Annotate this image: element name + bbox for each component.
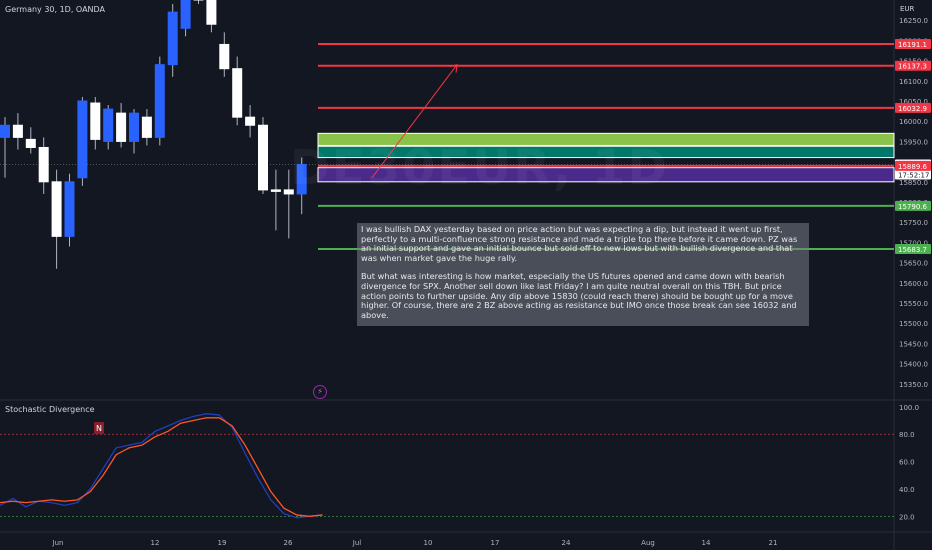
time-tick-label: Jul [352, 539, 362, 547]
candle-body[interactable] [90, 102, 101, 140]
indicator-tick-label: 80.0 [899, 431, 915, 439]
candle-body[interactable] [77, 100, 88, 179]
candle-body[interactable] [0, 124, 10, 138]
price-label-text: 15683.7 [898, 246, 927, 254]
stochastic-d-line [0, 417, 323, 517]
candle-body[interactable] [129, 112, 139, 142]
candle-body[interactable] [51, 181, 62, 237]
symbol-watermark: DE30EUR, 1D [290, 140, 670, 196]
price-label-text: 15790.6 [898, 203, 927, 211]
candle-body[interactable] [258, 124, 268, 191]
candle-body[interactable] [103, 108, 114, 142]
candle-body[interactable] [270, 189, 281, 192]
time-tick-label: 17 [491, 539, 500, 547]
time-tick-label: 24 [562, 539, 571, 547]
price-tick-label: 15600.0 [899, 280, 928, 288]
price-tick-label: 15450.0 [899, 340, 928, 348]
price-tick-label: 15550.0 [899, 300, 928, 308]
price-tick-label: 15500.0 [899, 320, 928, 328]
time-tick-label: 10 [424, 539, 433, 547]
price-label-text: 16032.9 [898, 105, 927, 113]
lightning-icon[interactable]: ⚡ [313, 385, 327, 399]
price-tick-label: 15650.0 [899, 260, 928, 268]
divergence-marker-label: N [96, 424, 102, 433]
candle-body[interactable] [245, 116, 256, 126]
chart-title: Germany 30, 1D, OANDA [5, 5, 106, 14]
time-tick-label: 26 [284, 539, 293, 547]
candle-body[interactable] [38, 146, 49, 183]
note-paragraph-2: But what was interesting is how market, … [361, 271, 797, 320]
candle-body[interactable] [116, 112, 127, 142]
candle-body[interactable] [141, 116, 152, 138]
price-tick-label: 16100.0 [899, 78, 928, 86]
price-label-text: 16191.1 [898, 41, 927, 49]
note-paragraph-1: I was bullish DAX yesterday based on pri… [361, 224, 798, 263]
price-tick-label: 15950.0 [899, 138, 928, 146]
candle-body[interactable] [219, 43, 230, 70]
indicator-tick-label: 20.0 [899, 513, 915, 521]
candle-body[interactable] [154, 64, 165, 138]
price-tick-label: 15850.0 [899, 179, 928, 187]
time-tick-label: Aug [641, 539, 655, 547]
price-tick-label: 16000.0 [899, 118, 928, 126]
indicator-tick-label: 40.0 [899, 486, 915, 494]
price-tick-label: 15350.0 [899, 381, 928, 389]
candle-body[interactable] [25, 138, 36, 148]
time-tick-label: 12 [151, 539, 160, 547]
text-note[interactable]: I was bullish DAX yesterday based on pri… [357, 223, 809, 326]
price-tick-label: 15400.0 [899, 361, 928, 369]
candle-body[interactable] [64, 181, 75, 237]
countdown-text: 17:52:17 [898, 171, 929, 179]
indicator-tick-label: 100.0 [899, 404, 919, 412]
candle-body[interactable] [206, 0, 217, 25]
indicator-title: Stochastic Divergence [5, 405, 95, 414]
stochastic-k-line [0, 413, 323, 519]
time-tick-label: Jun [52, 539, 64, 547]
candle-body[interactable] [12, 124, 23, 138]
candle-body[interactable] [180, 0, 191, 29]
candle-body[interactable] [232, 68, 243, 118]
price-tick-label: 15750.0 [899, 219, 928, 227]
indicator-tick-label: 60.0 [899, 459, 915, 467]
time-tick-label: 19 [218, 539, 227, 547]
time-tick-label: 21 [769, 539, 778, 547]
price-label-text: 16137.3 [898, 63, 927, 71]
candle-body[interactable] [167, 11, 178, 66]
currency-label: EUR [900, 5, 915, 13]
price-label-text: 15889.6 [898, 163, 927, 171]
price-tick-label: 16250.0 [899, 17, 928, 25]
time-tick-label: 14 [702, 539, 711, 547]
